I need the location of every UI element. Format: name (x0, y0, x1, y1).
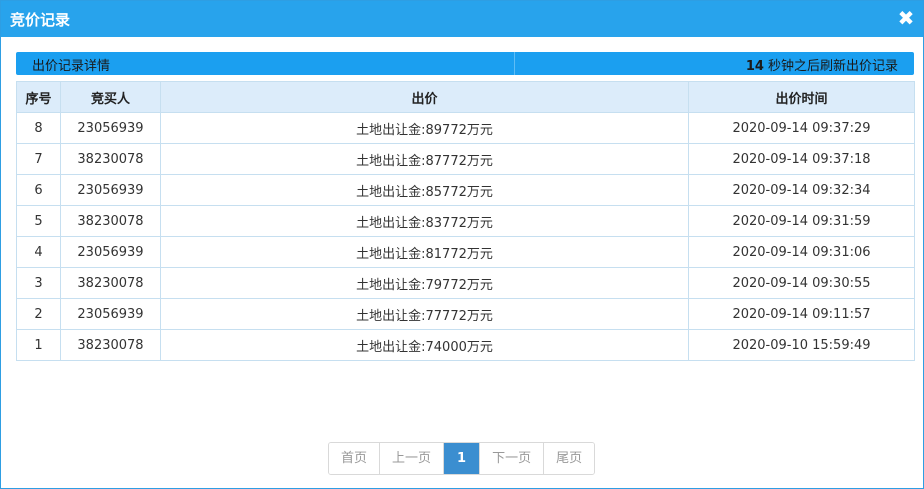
dialog-title: 竞价记录 (10, 11, 71, 29)
table-row: 6 23056939 土地出让金:85772万元 2020-09-14 09:3… (16, 174, 915, 206)
cell-bidder: 38230078 (60, 329, 161, 361)
first-page-button[interactable]: 首页 (329, 443, 381, 474)
table-row: 4 23056939 土地出让金:81772万元 2020-09-14 09:3… (16, 236, 915, 268)
column-header-bidder: 竞买人 (60, 81, 161, 113)
cell-time: 2020-09-14 09:37:18 (688, 143, 915, 175)
prev-page-button[interactable]: 上一页 (380, 443, 445, 474)
bid-records-dialog: 竞价记录 ✖ 出价记录详情 14 秒钟之后刷新出价记录 序号 竞买人 出价 出价时… (0, 0, 924, 489)
cell-time: 2020-09-14 09:31:06 (688, 236, 915, 268)
dialog-titlebar: 竞价记录 ✖ (1, 1, 923, 37)
table-row: 8 23056939 土地出让金:89772万元 2020-09-14 09:3… (16, 112, 915, 144)
table-row: 7 38230078 土地出让金:87772万元 2020-09-14 09:3… (16, 143, 915, 175)
bid-records-table: 序号 竞买人 出价 出价时间 8 23056939 土地出让金:89772万元 … (16, 81, 915, 361)
cell-bid: 土地出让金:77772万元 (160, 298, 689, 330)
cell-bidder: 23056939 (60, 112, 161, 144)
cell-index: 2 (16, 298, 61, 330)
current-page-button[interactable]: 1 (444, 443, 481, 474)
cell-index: 4 (16, 236, 61, 268)
cell-bidder: 38230078 (60, 267, 161, 299)
cell-index: 8 (16, 112, 61, 144)
table-row: 5 38230078 土地出让金:83772万元 2020-09-14 09:3… (16, 205, 915, 237)
cell-bid: 土地出让金:89772万元 (160, 112, 689, 144)
column-header-index: 序号 (16, 81, 61, 113)
refresh-text: 秒钟之后刷新出价记录 (767, 59, 898, 74)
column-header-time: 出价时间 (688, 81, 915, 113)
table-row: 2 23056939 土地出让金:77772万元 2020-09-14 09:1… (16, 298, 915, 330)
cell-bid: 土地出让金:85772万元 (160, 174, 689, 206)
cell-bid: 土地出让金:87772万元 (160, 143, 689, 175)
cell-time: 2020-09-14 09:31:59 (688, 205, 915, 237)
cell-bid: 土地出让金:79772万元 (160, 267, 689, 299)
column-header-bid: 出价 (160, 81, 689, 113)
next-page-button[interactable]: 下一页 (480, 443, 545, 474)
pagination: 首页 上一页 1 下一页 尾页 (328, 442, 596, 475)
last-page-button[interactable]: 尾页 (544, 443, 595, 474)
info-bar-divider (514, 52, 515, 75)
refresh-notice: 14 秒钟之后刷新出价记录 (746, 55, 898, 74)
cell-bid: 土地出让金:83772万元 (160, 205, 689, 237)
table-header-row: 序号 竞买人 出价 出价时间 (16, 81, 915, 113)
cell-bid: 土地出让金:74000万元 (160, 329, 689, 361)
cell-bidder: 38230078 (60, 205, 161, 237)
cell-time: 2020-09-14 09:37:29 (688, 112, 915, 144)
refresh-countdown: 14 (745, 59, 764, 74)
cell-index: 6 (16, 174, 61, 206)
info-bar: 出价记录详情 14 秒钟之后刷新出价记录 (16, 52, 914, 75)
cell-time: 2020-09-14 09:30:55 (688, 267, 915, 299)
cell-index: 3 (16, 267, 61, 299)
table-row: 1 38230078 土地出让金:74000万元 2020-09-10 15:5… (16, 329, 915, 361)
cell-time: 2020-09-10 15:59:49 (688, 329, 915, 361)
cell-time: 2020-09-14 09:11:57 (688, 298, 915, 330)
table-row: 3 38230078 土地出让金:79772万元 2020-09-14 09:3… (16, 267, 915, 299)
cell-time: 2020-09-14 09:32:34 (688, 174, 915, 206)
cell-index: 5 (16, 205, 61, 237)
cell-index: 1 (16, 329, 61, 361)
cell-bid: 土地出让金:81772万元 (160, 236, 689, 268)
cell-bidder: 23056939 (60, 298, 161, 330)
info-bar-label: 出价记录详情 (32, 59, 111, 74)
cell-bidder: 38230078 (60, 143, 161, 175)
cell-bidder: 23056939 (60, 174, 161, 206)
cell-index: 7 (16, 143, 61, 175)
cell-bidder: 23056939 (60, 236, 161, 268)
close-icon[interactable]: ✖ (895, 7, 917, 29)
